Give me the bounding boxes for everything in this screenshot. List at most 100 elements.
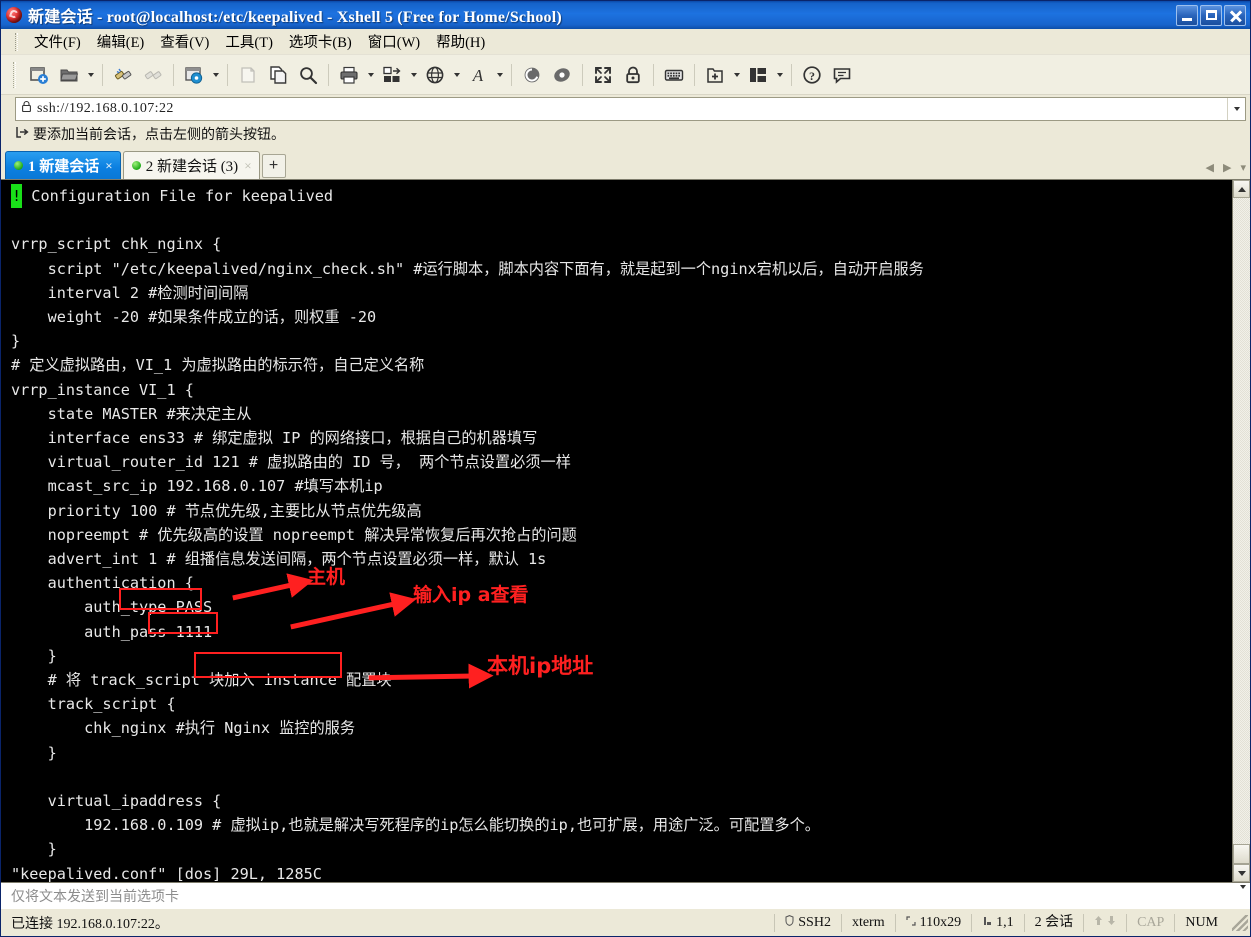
menu-help[interactable]: 帮助(H) [428,29,493,54]
tab-close-icon[interactable]: × [243,159,252,172]
session-properties-dropdown[interactable] [209,60,222,90]
terminal-line-16: authentication { [11,574,194,593]
resize-grip[interactable] [1232,914,1248,931]
maximize-button[interactable] [1200,4,1222,26]
tab-status-dot-icon [14,161,23,170]
address-bar[interactable]: ssh://192.168.0.107:22 [15,97,1246,121]
add-folder-icon[interactable] [700,60,730,90]
terminal-line-28: "keepalived.conf" [dos] 29L, 1285C [11,864,322,882]
close-button[interactable] [1224,4,1246,26]
terminal-line-24 [11,765,1232,789]
copy-icon[interactable] [263,60,293,90]
toolbar-grip[interactable] [13,61,16,88]
layout-icon[interactable] [743,60,773,90]
highlight-icon[interactable] [547,60,577,90]
tab-menu-icon[interactable]: ▾ [1240,161,1246,174]
terminal-line-4: interval 2 #检测时间间隔 [11,283,249,302]
status-cursor: 1,1 [971,913,1024,932]
terminal-line-21: track_script { [11,695,176,714]
status-cursor-label: 1,1 [996,914,1014,930]
reconnect-icon[interactable] [108,60,138,90]
new-tab-button[interactable]: + [261,154,286,178]
arrow-down-icon [1107,914,1116,932]
menu-file[interactable]: 文件(F) [26,29,89,54]
hint-bar: 要添加当前会话，点击左侧的箭头按钮。 [1,121,1250,147]
font-icon[interactable]: A [463,60,493,90]
menu-tabs[interactable]: 选项卡(B) [281,29,360,54]
screen-size-icon [906,914,916,932]
window-title: 新建会话 - root@localhost:/etc/keepalived - … [28,9,562,26]
globe-icon[interactable] [420,60,450,90]
send-text-bar[interactable]: 仅将文本发送到当前选项卡 [1,882,1250,908]
tab-next-icon[interactable]: ▶ [1223,161,1231,174]
menu-tools[interactable]: 工具(T) [217,29,281,54]
tab-status-dot-icon [131,161,141,170]
terminal-line-23: } [11,743,57,762]
lock-session-icon[interactable] [618,60,648,90]
tab-bar: 1 新建会话 × 2 新建会话 (3) × + ◀ ▶ ▾ [1,147,1250,179]
send-bar-dropdown-icon[interactable] [1240,885,1246,907]
feedback-icon[interactable] [827,60,857,90]
fullscreen-icon[interactable] [588,60,618,90]
terminal-line-18: auth_pass 1111 [11,622,213,641]
tab-session-1[interactable]: 1 新建会话 × [5,151,121,179]
print-icon[interactable] [334,60,364,90]
file-transfer-icon[interactable] [377,60,407,90]
session-properties-icon[interactable] [179,60,209,90]
xshell-window: 新建会话 - root@localhost:/etc/keepalived - … [0,0,1251,937]
menu-window[interactable]: 窗口(W) [360,29,428,54]
disconnect-icon[interactable] [138,60,168,90]
layout-dropdown[interactable] [773,60,786,90]
menu-edit[interactable]: 编辑(E) [89,29,153,54]
status-num: NUM [1174,913,1228,932]
tab-session-1-label: 1 新建会话 [28,159,100,175]
minimize-button[interactable] [1176,4,1198,26]
scroll-down-button[interactable] [1233,864,1250,882]
terminal-line-20: # 将 track_script 块加入 instance 配置块 [11,671,392,690]
menu-view[interactable]: 查看(V) [152,29,217,54]
terminal-line-11: virtual_router_id 121 # 虚拟路由的 ID 号， 两个节点… [11,453,571,472]
help-icon[interactable]: ? [797,60,827,90]
font-dropdown[interactable] [493,60,506,90]
terminal-cursor: ! [11,184,23,209]
terminal-area: ! Configuration File for keepalived vrrp… [1,179,1250,882]
keyboard-icon[interactable] [659,60,689,90]
globe-dropdown[interactable] [450,60,463,90]
find-icon[interactable] [293,60,323,90]
tab-prev-icon[interactable]: ◀ [1206,161,1214,174]
scrollbar-thumb[interactable] [1233,844,1250,864]
chevron-down-icon[interactable] [1227,98,1245,120]
shield-icon [785,914,794,932]
open-session-icon[interactable] [54,60,84,90]
print-dropdown[interactable] [364,60,377,90]
status-size: 110x29 [894,913,971,932]
terminal-line-6: } [11,332,21,351]
status-transfer [1083,913,1126,932]
terminal-line-25: virtual_ipaddress { [11,792,222,811]
address-input[interactable]: ssh://192.168.0.107:22 [37,101,1227,117]
status-size-label: 110x29 [919,914,962,930]
open-session-dropdown[interactable] [84,60,97,90]
paste-blank-icon[interactable] [233,60,263,90]
tab-session-2[interactable]: 2 新建会话 (3) × [122,151,260,179]
terminal-line-3: script "/etc/keepalived/nginx_check.sh" … [11,259,924,278]
new-session-icon[interactable] [24,60,54,90]
terminal-output[interactable]: ! Configuration File for keepalived vrrp… [1,180,1232,882]
svg-text:A: A [472,66,484,85]
add-folder-dropdown[interactable] [730,60,743,90]
send-text-input[interactable]: 仅将文本发送到当前选项卡 [11,886,179,906]
toolbar: A ? [1,55,1250,95]
terminal-line-7: # 定义虚拟路由，VI_1 为虚拟路由的标示符，自己定义名称 [11,356,425,375]
scroll-up-button[interactable] [1233,180,1250,198]
terminal-scrollbar[interactable] [1232,180,1250,882]
file-transfer-dropdown[interactable] [407,60,420,90]
terminal-line-19: } [11,646,57,665]
compose-icon[interactable] [517,60,547,90]
tab-close-icon[interactable]: × [104,159,113,172]
tab-nav: ◀ ▶ ▾ [1206,161,1246,174]
svg-text:?: ? [809,69,815,83]
status-connection: 已连接 192.168.0.107:22。 [11,916,169,932]
menu-grip[interactable] [15,32,18,51]
hint-text: 要添加当前会话，点击左侧的箭头按钮。 [33,128,285,143]
terminal-line-0: ! Configuration File for keepalived [11,184,1232,209]
